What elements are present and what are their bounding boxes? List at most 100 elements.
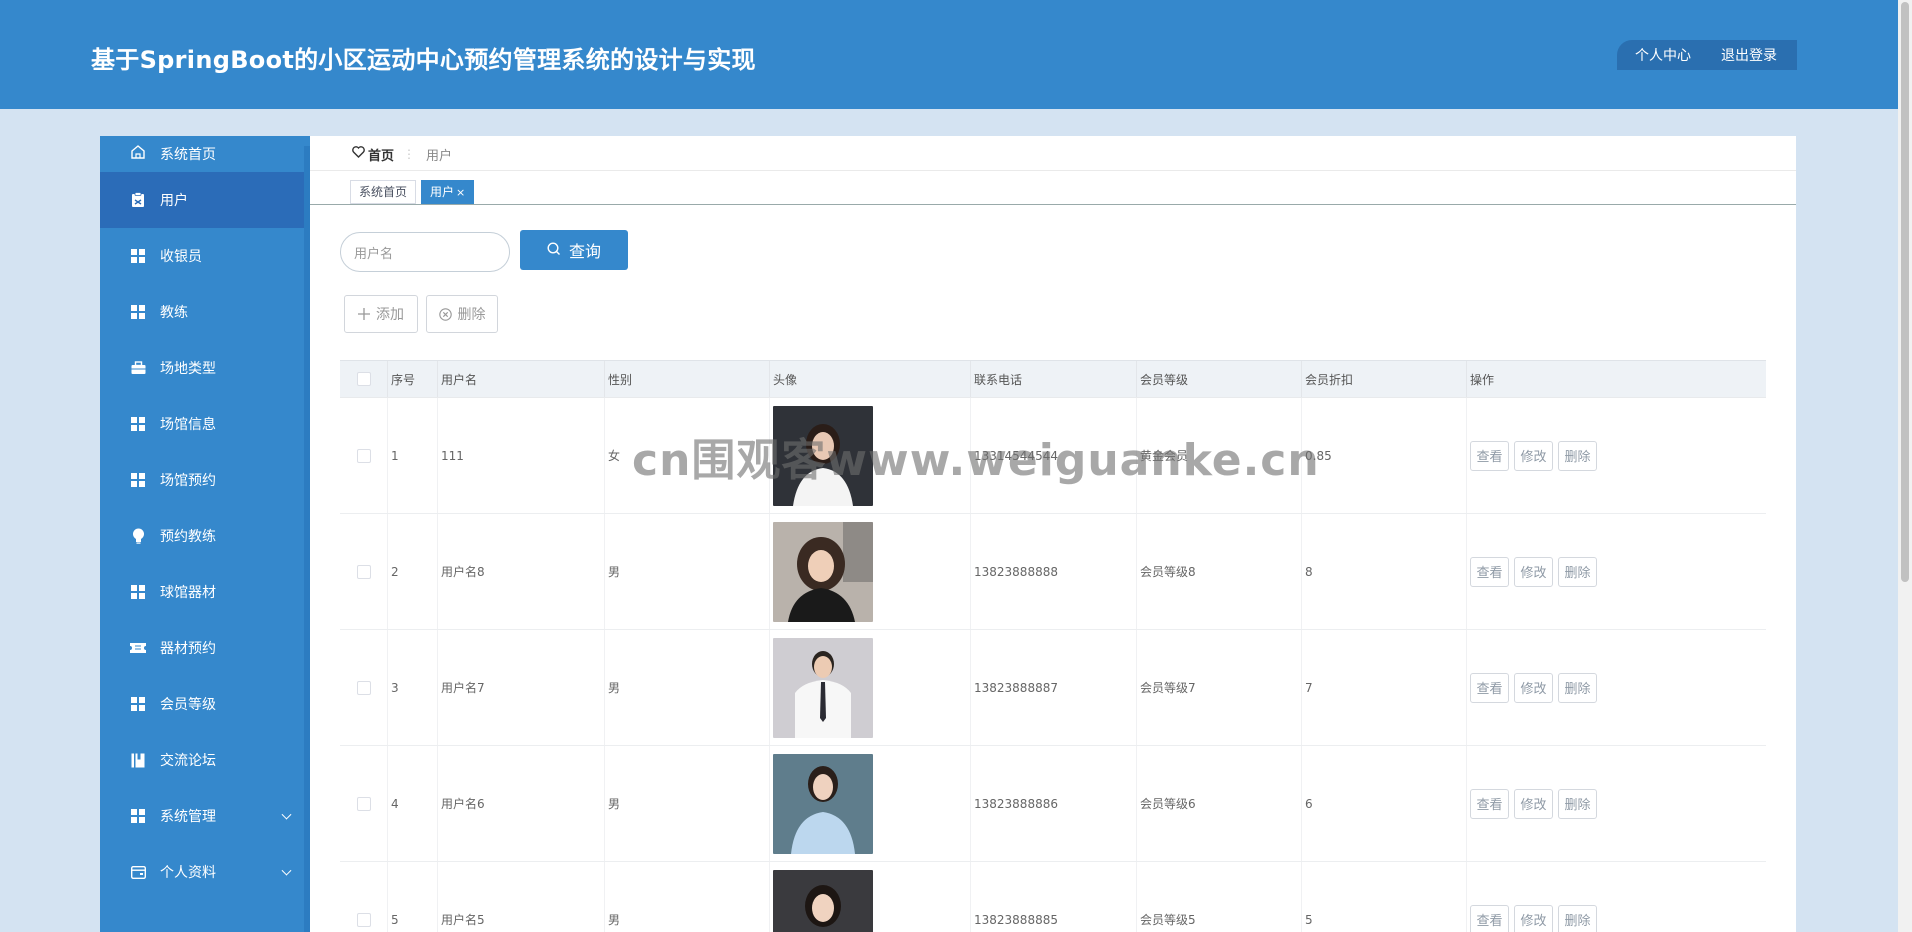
row-checkbox[interactable]: [356, 448, 371, 463]
cell-discount: 6: [1302, 746, 1467, 861]
sidebar-item-label: 交流论坛: [160, 753, 216, 769]
cell-index: 1: [388, 398, 438, 513]
cell-avatar: [770, 862, 971, 932]
row-select-cell: [340, 746, 388, 861]
sidebar-item-label: 用户: [160, 193, 188, 209]
cell-index: 5: [388, 862, 438, 932]
edit-button[interactable]: 修改: [1514, 788, 1553, 819]
sidebar-item-venue-type[interactable]: 场地类型: [100, 340, 310, 396]
sidebar-item-membership-level[interactable]: 会员等级: [100, 676, 310, 732]
col-avatar: 头像: [770, 361, 971, 397]
sidebar-item-cashier[interactable]: 收银员: [100, 228, 310, 284]
ticket-icon: [130, 640, 146, 656]
page-scrollbar[interactable]: [1898, 0, 1912, 932]
delete-button[interactable]: 删除: [1558, 904, 1597, 932]
grid-icon: [130, 416, 146, 432]
sidebar-item-coach-booking[interactable]: 预约教练: [100, 508, 310, 564]
delete-button[interactable]: 删除: [1558, 788, 1597, 819]
table-header: 序号 用户名 性别 头像 联系电话 会员等级 会员折扣 操作: [340, 360, 1766, 398]
sidebar-item-forum[interactable]: 交流论坛: [100, 732, 310, 788]
search-button[interactable]: 查询: [520, 230, 628, 270]
cell-discount: 7: [1302, 630, 1467, 745]
sidebar-item-equipment[interactable]: 球馆器材: [100, 564, 310, 620]
tabs-divider: [310, 204, 1796, 205]
sidebar-item-label: 个人资料: [160, 865, 216, 881]
cell-username: 用户名5: [438, 862, 605, 932]
avatar: [773, 521, 873, 622]
select-all-checkbox[interactable]: [356, 372, 371, 386]
cell-phone: 13823888888: [971, 514, 1137, 629]
sidebar-item-coach[interactable]: 教练: [100, 284, 310, 340]
cell-level: 会员等级5: [1137, 862, 1302, 932]
row-checkbox[interactable]: [356, 680, 371, 695]
breadcrumb-home[interactable]: 首页: [368, 145, 394, 164]
cell-avatar: [770, 746, 971, 861]
sidebar-item-personal-info[interactable]: 个人资料: [100, 844, 310, 900]
row-checkbox[interactable]: [356, 912, 371, 927]
row-checkbox[interactable]: [356, 564, 371, 579]
view-button[interactable]: 查看: [1470, 440, 1509, 471]
col-phone: 联系电话: [971, 361, 1137, 397]
close-icon[interactable]: ×: [456, 186, 465, 199]
select-all-cell: [340, 361, 388, 397]
delete-button[interactable]: 删除: [1558, 556, 1597, 587]
cell-discount: 0.85: [1302, 398, 1467, 513]
edit-button[interactable]: 修改: [1514, 672, 1553, 703]
batch-delete-button[interactable]: 删除: [426, 295, 498, 333]
cell-discount: 8: [1302, 514, 1467, 629]
breadcrumb-separator: ⋮: [403, 147, 416, 161]
cell-level: 会员等级8: [1137, 514, 1302, 629]
cell-index: 4: [388, 746, 438, 861]
col-actions: 操作: [1470, 372, 1495, 387]
add-button[interactable]: 添加: [344, 295, 418, 333]
tab-system-home[interactable]: 系统首页: [350, 180, 417, 204]
avatar: [773, 753, 873, 854]
breadcrumb: 首页 ⋮ 用户: [352, 144, 452, 164]
row-checkbox[interactable]: [356, 796, 371, 811]
cell-index: 2: [388, 514, 438, 629]
username-search-input[interactable]: 用户名: [340, 232, 510, 272]
sidebar-item-home[interactable]: 系统首页: [100, 136, 310, 172]
avatar: [773, 637, 873, 738]
sidebar-item-system-management[interactable]: 系统管理: [100, 788, 310, 844]
app-title: 基于SpringBoot的小区运动中心预约管理系统的设计与实现: [91, 46, 756, 74]
watermark: cn围观客www.weiguanke.cn: [632, 435, 1320, 486]
header-nav: 个人中心 退出登录: [1617, 40, 1797, 70]
edit-button[interactable]: 修改: [1514, 904, 1553, 932]
view-button[interactable]: 查看: [1470, 556, 1509, 587]
cell-username: 用户名8: [438, 514, 605, 629]
tab-users[interactable]: 用户 ×: [421, 180, 475, 204]
cell-username: 用户名6: [438, 746, 605, 861]
book-icon: [130, 752, 146, 768]
sidebar-item-equipment-booking[interactable]: 器材预约: [100, 620, 310, 676]
breadcrumb-divider: [310, 170, 1796, 171]
sidebar-item-venue-booking[interactable]: 场馆预约: [100, 452, 310, 508]
sidebar-item-label: 场地类型: [160, 361, 216, 377]
delete-button[interactable]: 删除: [1558, 440, 1597, 471]
sidebar-item-label: 场馆信息: [160, 417, 216, 433]
sidebar-item-label: 教练: [160, 305, 188, 321]
profile-center-link[interactable]: 个人中心: [1635, 45, 1691, 65]
wallet-icon: [130, 864, 146, 880]
view-button[interactable]: 查看: [1470, 672, 1509, 703]
logout-link[interactable]: 退出登录: [1721, 45, 1777, 65]
briefcase-icon: [130, 360, 146, 376]
sidebar-item-label: 器材预约: [160, 641, 216, 657]
grid-icon: [130, 472, 146, 488]
sidebar-item-venue-info[interactable]: 场馆信息: [100, 396, 310, 452]
sidebar-item-users[interactable]: 用户: [100, 172, 310, 228]
cell-phone: 13823888887: [971, 630, 1137, 745]
view-button[interactable]: 查看: [1470, 904, 1509, 932]
heart-icon: [352, 146, 365, 162]
col-level: 会员等级: [1137, 361, 1302, 397]
cell-actions: 查看 修改 删除: [1467, 514, 1766, 629]
view-button[interactable]: 查看: [1470, 788, 1509, 819]
edit-button[interactable]: 修改: [1514, 556, 1553, 587]
scrollbar-thumb[interactable]: [1901, 2, 1909, 582]
cell-actions: 查看 修改 删除: [1467, 862, 1766, 932]
grid-icon: [130, 584, 146, 600]
delete-button[interactable]: 删除: [1558, 672, 1597, 703]
grid-icon: [130, 248, 146, 264]
edit-button[interactable]: 修改: [1514, 440, 1553, 471]
cell-avatar: [770, 514, 971, 629]
